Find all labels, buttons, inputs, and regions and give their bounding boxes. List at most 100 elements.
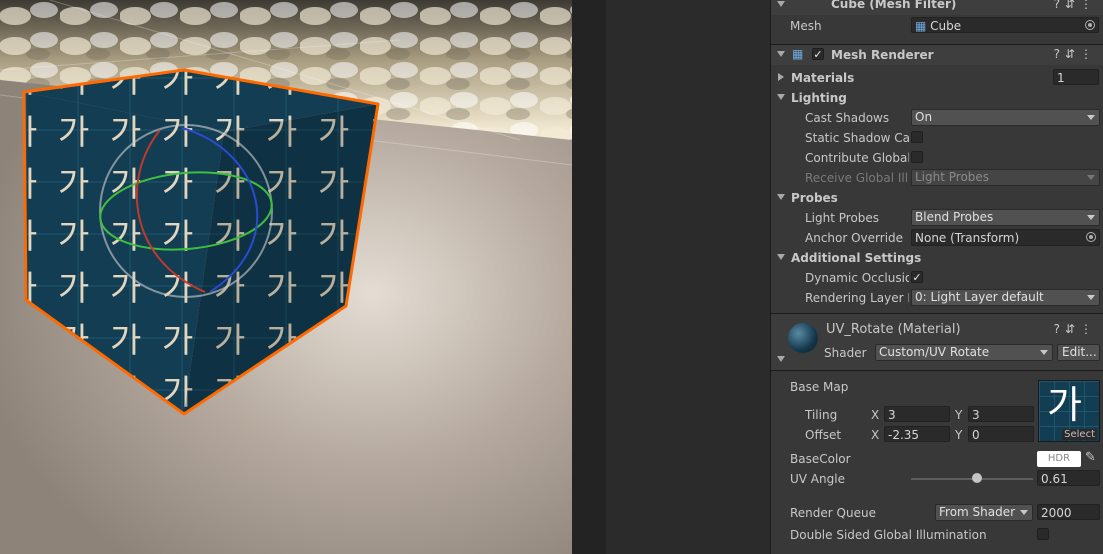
offset-x-label: X xyxy=(871,428,880,442)
cast-shadows-row: Cast Shadows On xyxy=(771,108,1103,128)
uv-angle-field[interactable]: 0.61 xyxy=(1037,470,1100,486)
offset-y-label: Y xyxy=(955,428,963,442)
panel-splitter[interactable] xyxy=(572,0,606,554)
shader-value: Custom/UV Rotate xyxy=(879,345,990,359)
chevron-down-icon xyxy=(1087,295,1095,300)
rendering-layer-row: Rendering Layer Mask 0: Light Layer defa… xyxy=(771,288,1103,308)
additional-settings-row[interactable]: Additional Settings xyxy=(771,248,1103,268)
base-color-swatch[interactable]: HDR xyxy=(1037,451,1081,467)
anchor-override-label: Anchor Override xyxy=(805,231,904,245)
double-sided-gi-checkbox[interactable] xyxy=(1037,528,1049,540)
shader-edit-button[interactable]: Edit... xyxy=(1057,344,1100,361)
inspector-panel: Cube (Mesh Filter) ?⇵⋮ Mesh ▦ Cube ▦ ✓ M… xyxy=(771,0,1103,554)
light-probes-dropdown[interactable]: Blend Probes xyxy=(911,209,1100,226)
uv-angle-slider-thumb[interactable] xyxy=(971,473,982,483)
light-probes-row: Light Probes Blend Probes xyxy=(771,208,1103,228)
double-sided-gi-row: Double Sided Global Illumination xyxy=(771,525,1103,545)
dynamic-occlusion-checkbox[interactable]: ✓ xyxy=(911,271,923,283)
render-queue-field[interactable]: 2000 xyxy=(1037,504,1100,520)
component-menu-icons[interactable]: ?⇵⋮ xyxy=(1054,0,1097,11)
mesh-filter-header[interactable]: Cube (Mesh Filter) ?⇵⋮ xyxy=(771,0,1103,15)
materials-count-field[interactable]: 1 xyxy=(1053,69,1099,85)
empty-panel xyxy=(606,0,770,554)
contribute-gi-checkbox[interactable] xyxy=(911,151,923,163)
receive-gi-label: Receive Global Illumination xyxy=(805,171,909,185)
mesh-renderer-header[interactable]: ▦ ✓ Mesh Renderer ?⇵⋮ xyxy=(771,44,1103,65)
probes-row[interactable]: Probes xyxy=(771,188,1103,208)
tiling-x-label: X xyxy=(871,408,880,422)
chevron-down-icon xyxy=(1087,215,1095,220)
contribute-gi-row: Contribute Global Illumination xyxy=(771,148,1103,168)
fold-arrow-icon[interactable] xyxy=(777,51,785,57)
mesh-filter-title: Cube (Mesh Filter) xyxy=(831,0,957,11)
static-shadow-row: Static Shadow Caster xyxy=(771,128,1103,148)
cast-shadows-dropdown[interactable]: On xyxy=(911,109,1100,126)
rendering-layer-dropdown[interactable]: 0: Light Layer default xyxy=(911,289,1100,306)
rendering-layer-value: 0: Light Layer default xyxy=(915,290,1044,304)
tiling-y-field[interactable]: 3 xyxy=(968,406,1034,422)
cast-shadows-label: Cast Shadows xyxy=(805,111,890,125)
anchor-override-value: None (Transform) xyxy=(915,231,1020,245)
scene-viewport[interactable]: 가 xyxy=(0,0,572,554)
receive-gi-dropdown: Light Probes xyxy=(911,169,1100,186)
uv-angle-row: UV Angle 0.61 xyxy=(771,469,1103,489)
mesh-renderer-title: Mesh Renderer xyxy=(831,48,934,62)
additional-settings-label: Additional Settings xyxy=(791,251,922,265)
materials-label: Materials xyxy=(791,71,855,85)
light-probes-value: Blend Probes xyxy=(915,210,994,224)
chevron-down-icon xyxy=(1040,350,1048,355)
double-sided-gi-label: Double Sided Global Illumination xyxy=(790,528,987,542)
anchor-override-row: Anchor Override None (Transform) xyxy=(771,228,1103,248)
fold-arrow-icon[interactable] xyxy=(777,1,785,7)
anchor-override-field[interactable]: None (Transform) xyxy=(911,229,1100,246)
materials-row[interactable]: Materials 1 xyxy=(771,68,1103,88)
base-color-row: BaseColor HDR ✎ xyxy=(771,449,1103,469)
cast-shadows-value: On xyxy=(915,110,933,124)
material-header[interactable]: UV_Rotate (Material) ?⇵⋮ Shader Custom/U… xyxy=(771,313,1103,371)
base-color-label: BaseColor xyxy=(790,452,851,466)
scene-view[interactable]: 가 xyxy=(0,0,572,554)
static-shadow-checkbox[interactable] xyxy=(911,131,923,143)
mesh-field[interactable]: ▦ Cube xyxy=(911,17,1099,33)
fold-arrow-icon[interactable] xyxy=(777,356,785,362)
base-map-label: Base Map xyxy=(790,380,849,394)
material-preview-sphere xyxy=(788,323,818,353)
texture-select-button[interactable]: Select xyxy=(1062,429,1097,440)
base-map-texture-slot[interactable]: 가 Select xyxy=(1038,380,1100,442)
component-menu-icons[interactable]: ?⇵⋮ xyxy=(1054,47,1097,61)
light-probes-label: Light Probes xyxy=(805,211,880,225)
fold-arrow-icon[interactable] xyxy=(777,94,785,100)
mesh-row: Mesh ▦ Cube xyxy=(771,16,1103,36)
fold-arrow-icon[interactable] xyxy=(777,254,785,260)
render-queue-label: Render Queue xyxy=(790,506,876,520)
render-queue-dropdown[interactable]: From Shader xyxy=(935,504,1033,521)
object-picker-icon[interactable] xyxy=(1086,232,1096,242)
shader-dropdown[interactable]: Custom/UV Rotate xyxy=(875,344,1053,361)
tiling-y-label: Y xyxy=(955,408,963,422)
render-queue-mode: From Shader xyxy=(939,505,1016,519)
mesh-value: Cube xyxy=(930,19,962,33)
lighting-row[interactable]: Lighting xyxy=(771,88,1103,108)
dynamic-occlusion-label: Dynamic Occlusion xyxy=(805,271,909,285)
eyedropper-icon[interactable]: ✎ xyxy=(1085,450,1096,465)
contribute-gi-label: Contribute Global Illumination xyxy=(805,151,909,165)
tiling-x-field[interactable]: 3 xyxy=(884,406,950,422)
object-picker-icon[interactable] xyxy=(1085,20,1095,30)
material-menu-icons[interactable]: ?⇵⋮ xyxy=(1054,322,1097,336)
render-queue-row: Render Queue From Shader 2000 xyxy=(771,503,1103,523)
receive-gi-value: Light Probes xyxy=(915,170,990,184)
offset-y-field[interactable]: 0 xyxy=(968,426,1034,442)
lighting-label: Lighting xyxy=(791,91,847,105)
mesh-label: Mesh xyxy=(790,19,822,33)
texture-preview-glyph: 가 xyxy=(1047,383,1082,427)
chevron-down-icon xyxy=(1087,115,1095,120)
offset-x-field[interactable]: -2.35 xyxy=(884,426,950,442)
tiling-label: Tiling xyxy=(805,408,838,422)
offset-label: Offset xyxy=(805,428,842,442)
fold-arrow-icon[interactable] xyxy=(778,73,784,81)
rendering-layer-label: Rendering Layer Mask xyxy=(805,291,909,305)
probes-label: Probes xyxy=(791,191,838,205)
mesh-renderer-enabled-checkbox[interactable]: ✓ xyxy=(812,48,824,60)
chevron-down-icon xyxy=(1020,510,1028,515)
fold-arrow-icon[interactable] xyxy=(777,194,785,200)
